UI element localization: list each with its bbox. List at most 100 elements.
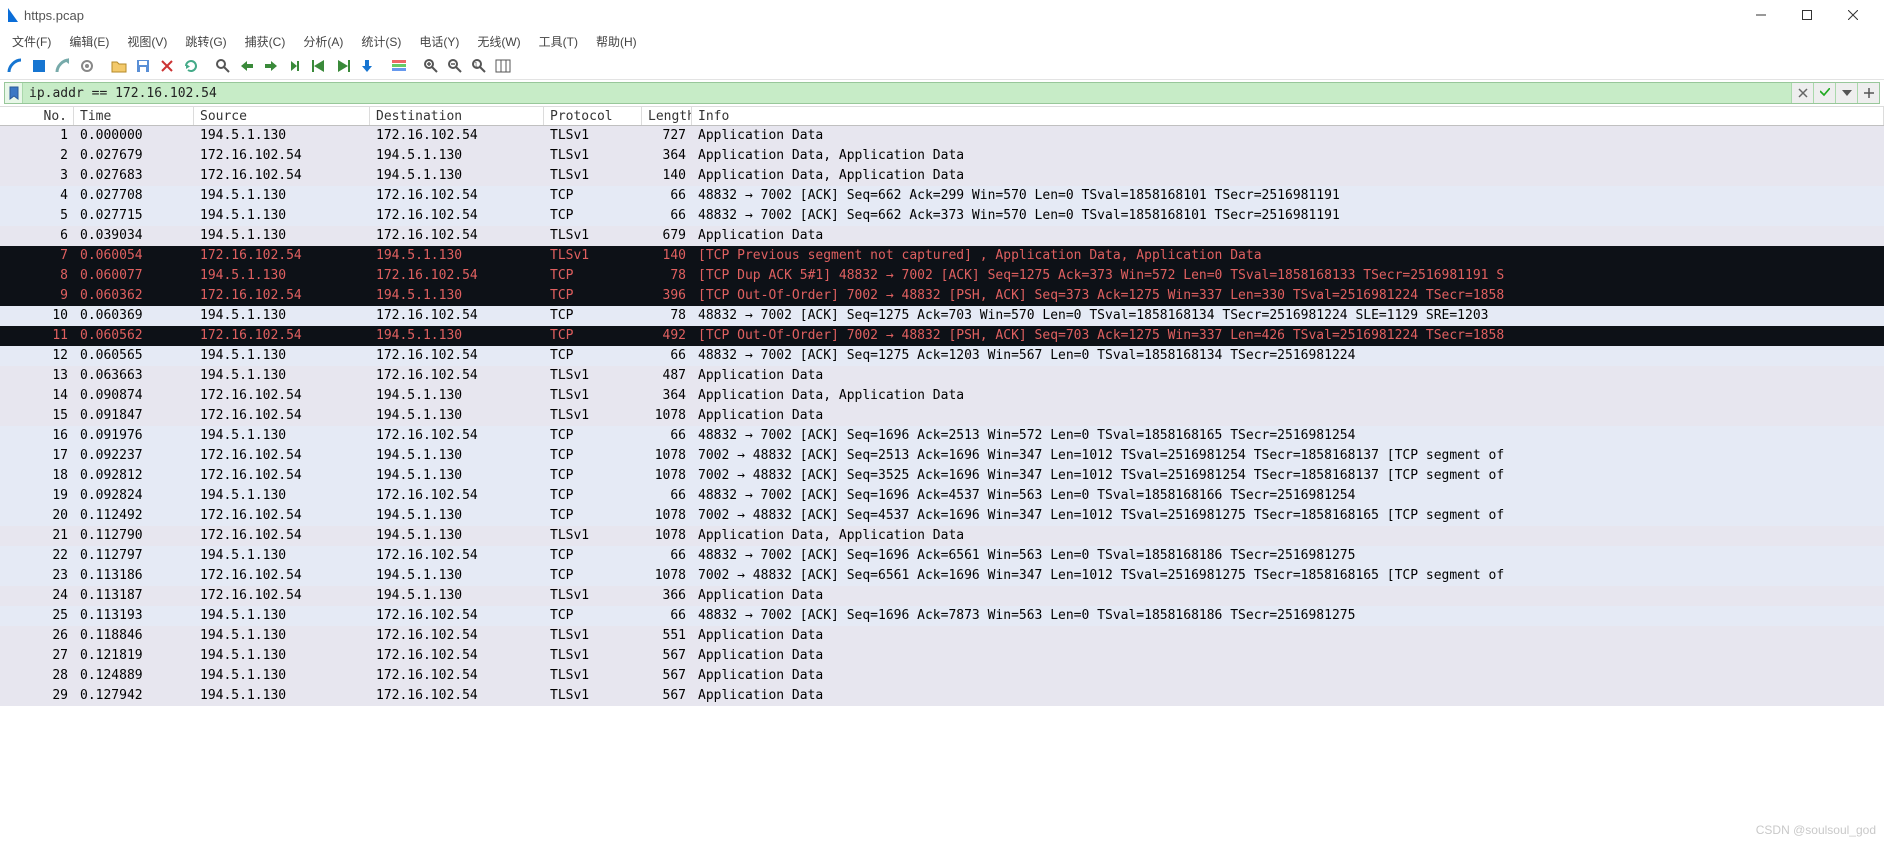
packet-row[interactable]: 140.090874172.16.102.54194.5.1.130TLSv13… <box>0 386 1884 406</box>
col-protocol[interactable]: Protocol <box>544 107 642 125</box>
zoom-out-button[interactable] <box>444 55 466 77</box>
packet-row[interactable]: 100.060369194.5.1.130172.16.102.54TCP784… <box>0 306 1884 326</box>
packet-row[interactable]: 210.112790172.16.102.54194.5.1.130TLSv11… <box>0 526 1884 546</box>
menu-item[interactable]: 工具(T) <box>531 30 586 53</box>
packet-row[interactable]: 160.091976194.5.1.130172.16.102.54TCP664… <box>0 426 1884 446</box>
packet-row[interactable]: 20.027679172.16.102.54194.5.1.130TLSv136… <box>0 146 1884 166</box>
menu-item[interactable]: 无线(W) <box>469 30 528 53</box>
menu-item[interactable]: 电话(Y) <box>411 30 467 53</box>
cell-time: 0.063663 <box>74 366 194 386</box>
cell-len: 487 <box>642 366 692 386</box>
go-back-button[interactable] <box>236 55 258 77</box>
packet-row[interactable]: 250.113193194.5.1.130172.16.102.54TCP664… <box>0 606 1884 626</box>
menu-item[interactable]: 编辑(E) <box>61 30 117 53</box>
packet-row[interactable]: 270.121819194.5.1.130172.16.102.54TLSv15… <box>0 646 1884 666</box>
cell-no: 11 <box>0 326 74 346</box>
menu-item[interactable]: 帮助(H) <box>588 30 645 53</box>
packet-row[interactable]: 170.092237172.16.102.54194.5.1.130TCP107… <box>0 446 1884 466</box>
packet-row[interactable]: 220.112797194.5.1.130172.16.102.54TCP664… <box>0 546 1884 566</box>
menu-item[interactable]: 分析(A) <box>295 30 351 53</box>
close-file-button[interactable] <box>156 55 178 77</box>
menu-item[interactable]: 视图(V) <box>119 30 175 53</box>
packet-row[interactable]: 90.060362172.16.102.54194.5.1.130TCP396[… <box>0 286 1884 306</box>
clear-filter-button[interactable] <box>1791 83 1813 103</box>
cell-len: 1078 <box>642 466 692 486</box>
go-forward-button[interactable] <box>260 55 282 77</box>
col-destination[interactable]: Destination <box>370 107 544 125</box>
col-no[interactable]: No. <box>0 107 74 125</box>
cell-dst: 172.16.102.54 <box>370 126 544 146</box>
display-filter-input[interactable] <box>23 83 1791 103</box>
restart-capture-button[interactable] <box>52 55 74 77</box>
packet-row[interactable]: 290.127942194.5.1.130172.16.102.54TLSv15… <box>0 686 1884 706</box>
goto-packet-button[interactable] <box>284 55 306 77</box>
cell-info: 7002 → 48832 [ACK] Seq=4537 Ack=1696 Win… <box>692 506 1884 526</box>
col-time[interactable]: Time <box>74 107 194 125</box>
auto-scroll-button[interactable] <box>356 55 378 77</box>
cell-no: 24 <box>0 586 74 606</box>
col-info[interactable]: Info <box>692 107 1884 125</box>
stop-capture-button[interactable] <box>28 55 50 77</box>
packet-row[interactable]: 10.000000194.5.1.130172.16.102.54TLSv172… <box>0 126 1884 146</box>
packet-row[interactable]: 150.091847172.16.102.54194.5.1.130TLSv11… <box>0 406 1884 426</box>
open-file-button[interactable] <box>108 55 130 77</box>
menu-item[interactable]: 统计(S) <box>353 30 409 53</box>
packet-row[interactable]: 70.060054172.16.102.54194.5.1.130TLSv114… <box>0 246 1884 266</box>
start-capture-button[interactable] <box>4 55 26 77</box>
find-packet-button[interactable] <box>212 55 234 77</box>
cell-prot: TLSv1 <box>544 226 642 246</box>
packet-row[interactable]: 40.027708194.5.1.130172.16.102.54TCP6648… <box>0 186 1884 206</box>
packet-row[interactable]: 200.112492172.16.102.54194.5.1.130TCP107… <box>0 506 1884 526</box>
packet-list[interactable]: 10.000000194.5.1.130172.16.102.54TLSv172… <box>0 126 1884 841</box>
menu-item[interactable]: 捕获(C) <box>237 30 294 53</box>
go-last-button[interactable] <box>332 55 354 77</box>
cell-no: 13 <box>0 366 74 386</box>
col-length[interactable]: Length <box>642 107 692 125</box>
menu-item[interactable]: 文件(F) <box>4 30 59 53</box>
packet-row[interactable]: 80.060077194.5.1.130172.16.102.54TCP78[T… <box>0 266 1884 286</box>
capture-options-button[interactable] <box>76 55 98 77</box>
resize-columns-button[interactable] <box>492 55 514 77</box>
cell-info: [TCP Previous segment not captured] , Ap… <box>692 246 1884 266</box>
cell-prot: TLSv1 <box>544 386 642 406</box>
go-first-button[interactable] <box>308 55 330 77</box>
apply-filter-button[interactable] <box>1813 83 1835 103</box>
reload-file-button[interactable] <box>180 55 202 77</box>
filter-bookmark-icon[interactable] <box>5 83 23 103</box>
colorize-button[interactable] <box>388 55 410 77</box>
cell-prot: TLSv1 <box>544 626 642 646</box>
cell-dst: 194.5.1.130 <box>370 326 544 346</box>
packet-row[interactable]: 50.027715194.5.1.130172.16.102.54TCP6648… <box>0 206 1884 226</box>
packet-row[interactable]: 30.027683172.16.102.54194.5.1.130TLSv114… <box>0 166 1884 186</box>
cell-prot: TCP <box>544 606 642 626</box>
close-button[interactable] <box>1830 0 1876 30</box>
packet-row[interactable]: 260.118846194.5.1.130172.16.102.54TLSv15… <box>0 626 1884 646</box>
cell-time: 0.092812 <box>74 466 194 486</box>
cell-time: 0.121819 <box>74 646 194 666</box>
filter-add-button[interactable] <box>1857 83 1879 103</box>
packet-row[interactable]: 60.039034194.5.1.130172.16.102.54TLSv167… <box>0 226 1884 246</box>
filter-history-button[interactable] <box>1835 83 1857 103</box>
packet-row[interactable]: 190.092824194.5.1.130172.16.102.54TCP664… <box>0 486 1884 506</box>
cell-dst: 194.5.1.130 <box>370 406 544 426</box>
packet-row[interactable]: 130.063663194.5.1.130172.16.102.54TLSv14… <box>0 366 1884 386</box>
save-file-button[interactable] <box>132 55 154 77</box>
packet-row[interactable]: 180.092812172.16.102.54194.5.1.130TCP107… <box>0 466 1884 486</box>
cell-src: 194.5.1.130 <box>194 426 370 446</box>
maximize-button[interactable] <box>1784 0 1830 30</box>
col-source[interactable]: Source <box>194 107 370 125</box>
cell-dst: 172.16.102.54 <box>370 226 544 246</box>
packet-row[interactable]: 120.060565194.5.1.130172.16.102.54TCP664… <box>0 346 1884 366</box>
zoom-in-button[interactable] <box>420 55 442 77</box>
packet-row[interactable]: 280.124889194.5.1.130172.16.102.54TLSv15… <box>0 666 1884 686</box>
cell-time: 0.027708 <box>74 186 194 206</box>
packet-row[interactable]: 230.113186172.16.102.54194.5.1.130TCP107… <box>0 566 1884 586</box>
menu-item[interactable]: 跳转(G) <box>177 30 234 53</box>
cell-len: 1078 <box>642 406 692 426</box>
packet-row[interactable]: 240.113187172.16.102.54194.5.1.130TLSv13… <box>0 586 1884 606</box>
packet-row[interactable]: 110.060562172.16.102.54194.5.1.130TCP492… <box>0 326 1884 346</box>
cell-src: 172.16.102.54 <box>194 146 370 166</box>
cell-prot: TLSv1 <box>544 246 642 266</box>
zoom-reset-button[interactable]: 1 <box>468 55 490 77</box>
minimize-button[interactable] <box>1738 0 1784 30</box>
